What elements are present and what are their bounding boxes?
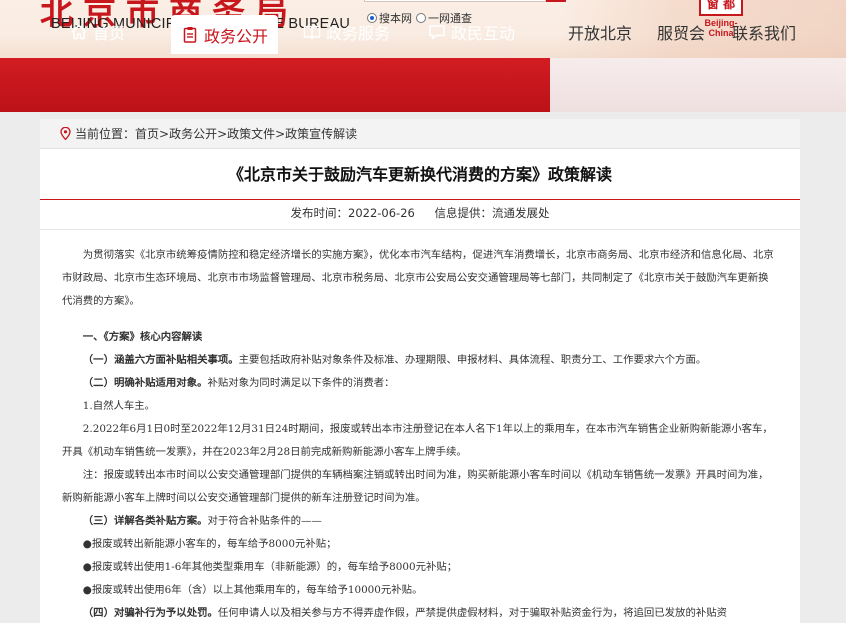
info-source: 信息提供：流通发展处 — [434, 206, 550, 220]
article-container: 当前位置： 首页>政务公开>政策文件>政策宣传解读 《北京市关于鼓励汽车更新换代… — [40, 119, 800, 623]
chat-icon — [429, 25, 445, 40]
nav-item-ciftis[interactable]: 服贸会 — [657, 15, 705, 49]
search-all-radio[interactable] — [416, 13, 426, 23]
publish-time: 发布时间：2022-06-26 — [290, 206, 415, 220]
nav-item-open-beijing-label: 开放北京 — [568, 24, 633, 43]
breadcrumb-prefix: 当前位置： — [75, 127, 136, 141]
nav-item-home[interactable]: 首页 — [70, 15, 125, 49]
paragraph-subsidy-lead: （三）详解各类补贴方案。 — [82, 515, 208, 527]
nav-item-government-services-label: 政务服务 — [326, 24, 391, 43]
article-intro: 为贯彻落实《北京市统筹疫情防控和稳定经济增长的实施方案》，优化本市汽车结构，促进… — [62, 249, 774, 307]
document-icon — [183, 26, 197, 43]
nav-item-public-interaction-label: 政民互动 — [451, 24, 516, 43]
paragraph-penalty-text: 任何申请人以及相关参与方不得弄虚作假，严禁提供虚假材料，对于骗取补贴资金行为，将… — [217, 607, 728, 619]
home-icon — [71, 24, 87, 40]
condition-2: 2.2022年6月1日0时至2022年12月31日24时期间，报废或转出本市注册… — [62, 423, 773, 458]
nav-item-contact-us[interactable]: 联系我们 — [732, 15, 796, 49]
paragraph-penalty: （四）对骗补行为予以处罚。任何申请人以及相关参与方不得弄虚作假，严禁提供虚假材料… — [62, 602, 778, 623]
paragraph-subsidy-text: 对于符合补贴条件的—— — [207, 515, 322, 527]
nav-item-government-services[interactable]: 政务服务 — [303, 15, 390, 49]
paragraph-scope-lead: （一）涵盖六方面补贴相关事项。 — [82, 354, 239, 366]
paragraph-subsidy: （三）详解各类补贴方案。对于符合补贴条件的—— — [62, 510, 778, 533]
paragraph-scope: （一）涵盖六方面补贴相关事项。主要包括政府补贴对象条件及标准、办理期限、申报材料… — [62, 349, 778, 372]
nav-item-public-interaction[interactable]: 政民互动 — [428, 15, 515, 49]
subsidy-item-2: ●报废或转出使用1-6年其他类型乘用车（非新能源）的，每车给予8000元补贴； — [82, 561, 458, 573]
search-input[interactable] — [364, 0, 546, 2]
paragraph-scope-text: 主要包括政府补贴对象条件及标准、办理期限、申报材料、具体流程、职责分工、工作要求… — [238, 354, 707, 366]
subsidy-item-3: ●报废或转出使用6年（含）以上其他乘用车的，每车给予10000元补贴。 — [82, 584, 423, 596]
paragraph-eligibility-lead: （二）明确补贴适用对象。 — [82, 377, 208, 389]
site-header: 北京市商务局 BEIJING MUNICIPAL COMMERCE BUREAU… — [0, 0, 846, 58]
meta-divider — [40, 229, 800, 230]
nav-item-contact-us-label: 联系我们 — [732, 24, 797, 43]
location-pin-icon — [60, 127, 71, 140]
brand-logo-text: 窗 都 — [699, 0, 743, 16]
title-divider — [40, 199, 800, 200]
paragraph-eligibility-text: 补贴对象为同时满足以下条件的消费者： — [207, 377, 395, 389]
page-background-right — [800, 112, 846, 623]
nav-item-government-affairs-label: 政务公开 — [204, 26, 269, 46]
nav-item-ciftis-label: 服贸会 — [657, 24, 706, 43]
main-navigation-secondary — [550, 58, 846, 112]
breadcrumb: 当前位置： 首页>政务公开>政策文件>政策宣传解读 — [40, 119, 800, 149]
article-title: 《北京市关于鼓励汽车更新换代消费的方案》政策解读 — [227, 165, 612, 184]
breadcrumb-path[interactable]: 首页>政务公开>政策文件>政策宣传解读 — [135, 125, 357, 142]
nav-item-government-affairs[interactable]: 政务公开 — [171, 15, 279, 54]
condition-note: 注：报废或转出本市时间以公安交通管理部门提供的车辆档案注销或转出时间为准，购买新… — [62, 469, 769, 504]
search-button[interactable] — [546, 0, 566, 2]
paragraph-penalty-lead: （四）对骗补行为予以处罚。 — [82, 607, 218, 619]
article-body: 为贯彻落实《北京市统筹疫情防控和稳定经济增长的实施方案》，优化本市汽车结构，促进… — [62, 244, 778, 623]
paragraph-eligibility: （二）明确补贴适用对象。补贴对象为同时满足以下条件的消费者： — [62, 372, 778, 395]
article-meta: 发布时间：2022-06-26 信息提供：流通发展处 — [40, 205, 800, 221]
nav-item-home-label: 首页 — [93, 24, 126, 43]
book-icon — [303, 25, 321, 40]
section-heading: 一、《方案》核心内容解读 — [82, 331, 203, 343]
subsidy-item-1: ●报废或转出新能源小客车的，每车给予8000元补贴； — [82, 538, 337, 550]
condition-1: 1.自然人车主。 — [82, 400, 156, 412]
nav-item-open-beijing[interactable]: 开放北京 — [568, 15, 632, 49]
